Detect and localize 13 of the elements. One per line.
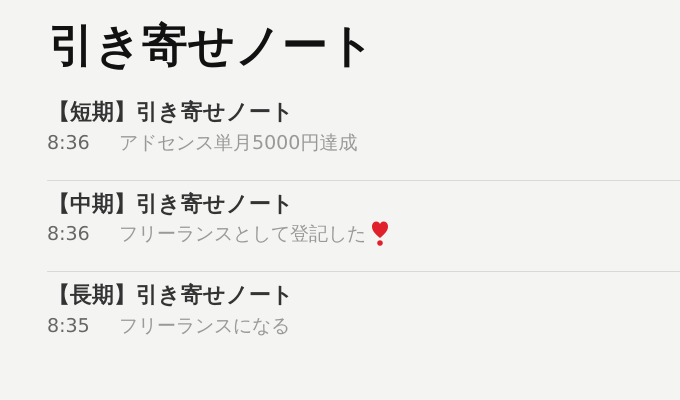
note-time: 8:36 [47,223,91,246]
note-time: 8:36 [47,132,91,154]
note-preview: フリーランスになる [119,314,290,339]
note-title: 【中期】引き寄せノート [48,190,295,219]
note-title: 【短期】引き寄せノート [48,99,295,128]
note-preview: アドセンス単月5000円達成 [119,130,358,156]
page-title: 引き寄せノート [49,18,376,74]
note-preview: フリーランスとして登記した [119,222,366,248]
note-item[interactable]: 【中期】引き寄せノート 8:36 フリーランスとして登記した [47,180,680,272]
note-title: 【長期】引き寄せノート [48,282,295,310]
note-item[interactable]: 【短期】引き寄せノート 8:36 アドセンス単月5000円達成 [47,99,680,180]
note-time: 8:35 [47,314,91,337]
note-item[interactable]: 【長期】引き寄せノート 8:35 フリーランスになる [47,271,680,363]
